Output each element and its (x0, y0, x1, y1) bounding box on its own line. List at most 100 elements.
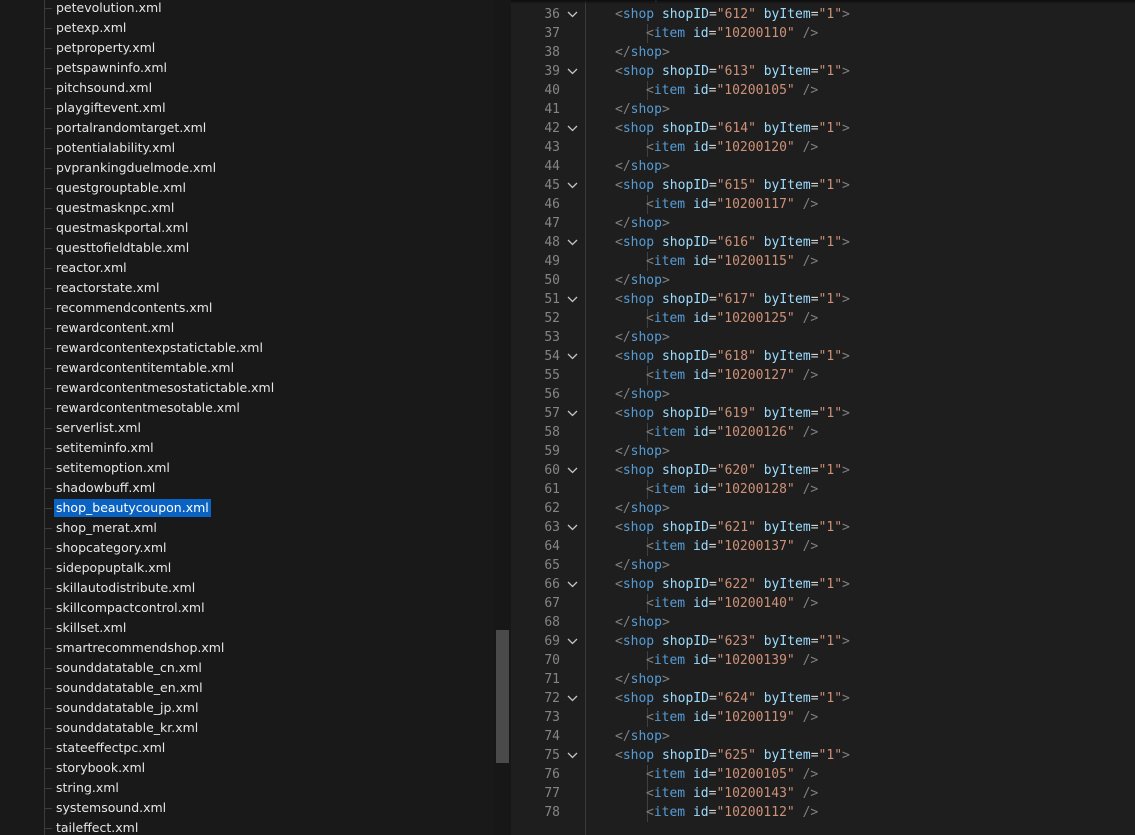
code-line[interactable]: 42 <shop shopID="614" byItem="1"> (511, 119, 1135, 138)
file-tree-item[interactable]: petexp.xml (0, 18, 494, 38)
file-tree-item[interactable]: petevolution.xml (0, 0, 494, 18)
code-line[interactable]: 63 <shop shopID="621" byItem="1"> (511, 518, 1135, 537)
fold-chevron-icon[interactable] (567, 465, 578, 476)
code-line[interactable]: 44 </shop> (511, 157, 1135, 176)
code-line[interactable]: 71 </shop> (511, 670, 1135, 689)
file-tree-item[interactable]: string.xml (0, 778, 494, 798)
fold-chevron-icon[interactable] (567, 123, 578, 134)
fold-chevron-icon[interactable] (567, 408, 578, 419)
file-tree-item[interactable]: shop_merat.xml (0, 518, 494, 538)
code-editor[interactable]: 35</shop>36<shop shopID="612" byItem="1"… (511, 0, 1135, 835)
file-tree-item[interactable]: petspawninfo.xml (0, 58, 494, 78)
file-tree-item[interactable]: systemsound.xml (0, 798, 494, 818)
code-line[interactable]: 62 </shop> (511, 499, 1135, 518)
fold-chevron-icon[interactable] (567, 294, 578, 305)
file-tree-item[interactable]: questmaskportal.xml (0, 218, 494, 238)
code-line[interactable]: 50 </shop> (511, 271, 1135, 290)
code-line[interactable]: 65 </shop> (511, 556, 1135, 575)
file-tree-item[interactable]: portalrandomtarget.xml (0, 118, 494, 138)
file-tree-item[interactable]: questgrouptable.xml (0, 178, 494, 198)
file-tree-item[interactable]: playgiftevent.xml (0, 98, 494, 118)
code-line[interactable]: 68 </shop> (511, 613, 1135, 632)
file-explorer-scrollbar[interactable] (494, 0, 511, 835)
code-line[interactable]: 58 <item id="10200126" /> (511, 423, 1135, 442)
file-tree-item[interactable]: storybook.xml (0, 758, 494, 778)
fold-chevron-icon[interactable] (567, 351, 578, 362)
file-tree-item[interactable]: petproperty.xml (0, 38, 494, 58)
code-line[interactable]: 59 </shop> (511, 442, 1135, 461)
code-line[interactable]: 60 <shop shopID="620" byItem="1"> (511, 461, 1135, 480)
file-tree-item[interactable]: sidepopuptalk.xml (0, 558, 494, 578)
file-tree-item[interactable]: sounddatatable_kr.xml (0, 718, 494, 738)
fold-chevron-icon[interactable] (567, 579, 578, 590)
code-line[interactable]: 75 <shop shopID="625" byItem="1"> (511, 746, 1135, 765)
file-tree-item[interactable]: recommendcontents.xml (0, 298, 494, 318)
code-line[interactable]: 74 </shop> (511, 727, 1135, 746)
code-line[interactable]: 53 </shop> (511, 328, 1135, 347)
file-tree-item[interactable]: serverlist.xml (0, 418, 494, 438)
file-tree-item[interactable]: setiteminfo.xml (0, 438, 494, 458)
fold-chevron-icon[interactable] (567, 66, 578, 77)
file-tree-item[interactable]: shop_beautycoupon.xml (0, 498, 494, 518)
fold-chevron-icon[interactable] (567, 522, 578, 533)
fold-chevron-icon[interactable] (567, 693, 578, 704)
code-line[interactable]: 61 <item id="10200128" /> (511, 480, 1135, 499)
code-line[interactable]: 36 <shop shopID="612" byItem="1"> (511, 5, 1135, 24)
file-tree-item[interactable]: shopcategory.xml (0, 538, 494, 558)
file-tree-item[interactable]: sounddatatable_jp.xml (0, 698, 494, 718)
code-line[interactable]: 69 <shop shopID="623" byItem="1"> (511, 632, 1135, 651)
file-tree-item[interactable]: questmasknpc.xml (0, 198, 494, 218)
code-line[interactable]: 49 <item id="10200115" /> (511, 252, 1135, 271)
file-tree-item[interactable]: skillset.xml (0, 618, 494, 638)
file-tree-item[interactable]: questtofieldtable.xml (0, 238, 494, 258)
file-tree-item[interactable]: skillautodistribute.xml (0, 578, 494, 598)
code-line[interactable]: 56 </shop> (511, 385, 1135, 404)
code-line[interactable]: 52 <item id="10200125" /> (511, 309, 1135, 328)
code-line[interactable]: 48 <shop shopID="616" byItem="1"> (511, 233, 1135, 252)
code-line[interactable]: 66 <shop shopID="622" byItem="1"> (511, 575, 1135, 594)
code-line[interactable]: 77 <item id="10200143" /> (511, 784, 1135, 803)
code-line[interactable]: 55 <item id="10200127" /> (511, 366, 1135, 385)
code-line[interactable]: 72 <shop shopID="624" byItem="1"> (511, 689, 1135, 708)
code-line[interactable]: 47 </shop> (511, 214, 1135, 233)
code-line[interactable]: 40 <item id="10200105" /> (511, 81, 1135, 100)
code-line[interactable]: 78 <item id="10200112" /> (511, 803, 1135, 822)
fold-chevron-icon[interactable] (567, 180, 578, 191)
file-tree-item[interactable]: potentialability.xml (0, 138, 494, 158)
file-explorer-scrollbar-thumb[interactable] (496, 630, 509, 763)
file-tree-item[interactable]: rewardcontentitemtable.xml (0, 358, 494, 378)
code-line[interactable]: 64 <item id="10200137" /> (511, 537, 1135, 556)
code-line[interactable]: 73 <item id="10200119" /> (511, 708, 1135, 727)
fold-chevron-icon[interactable] (567, 750, 578, 761)
file-tree-item[interactable]: skillcompactcontrol.xml (0, 598, 494, 618)
file-tree-item[interactable]: reactor.xml (0, 258, 494, 278)
file-tree-item[interactable]: rewardcontent.xml (0, 318, 494, 338)
file-tree-item[interactable]: rewardcontentmesotable.xml (0, 398, 494, 418)
file-tree-item[interactable]: taileffect.xml (0, 818, 494, 835)
code-line[interactable]: 41 </shop> (511, 100, 1135, 119)
code-line[interactable]: 43 <item id="10200120" /> (511, 138, 1135, 157)
code-line[interactable]: 45 <shop shopID="615" byItem="1"> (511, 176, 1135, 195)
code-line[interactable]: 76 <item id="10200105" /> (511, 765, 1135, 784)
code-line[interactable]: 39 <shop shopID="613" byItem="1"> (511, 62, 1135, 81)
fold-chevron-icon[interactable] (567, 636, 578, 647)
file-tree-item[interactable]: stateeffectpc.xml (0, 738, 494, 758)
file-tree-item[interactable]: sounddatatable_en.xml (0, 678, 494, 698)
code-line[interactable]: 37 <item id="10200110" /> (511, 24, 1135, 43)
file-tree-item[interactable]: pitchsound.xml (0, 78, 494, 98)
code-line[interactable]: 70 <item id="10200139" /> (511, 651, 1135, 670)
file-tree-item[interactable]: rewardcontentmesostatictable.xml (0, 378, 494, 398)
file-tree-item[interactable]: pvprankingduelmode.xml (0, 158, 494, 178)
code-line[interactable]: 38 </shop> (511, 43, 1135, 62)
code-line[interactable]: 46 <item id="10200117" /> (511, 195, 1135, 214)
code-line[interactable]: 51 <shop shopID="617" byItem="1"> (511, 290, 1135, 309)
code-line[interactable]: 54 <shop shopID="618" byItem="1"> (511, 347, 1135, 366)
file-tree-item[interactable]: sounddatatable_cn.xml (0, 658, 494, 678)
file-tree-item[interactable]: reactorstate.xml (0, 278, 494, 298)
code-line[interactable]: 57 <shop shopID="619" byItem="1"> (511, 404, 1135, 423)
file-tree-item[interactable]: rewardcontentexpstatictable.xml (0, 338, 494, 358)
fold-chevron-icon[interactable] (567, 9, 578, 20)
code-line[interactable]: 67 <item id="10200140" /> (511, 594, 1135, 613)
fold-chevron-icon[interactable] (567, 237, 578, 248)
file-tree-item[interactable]: smartrecommendshop.xml (0, 638, 494, 658)
